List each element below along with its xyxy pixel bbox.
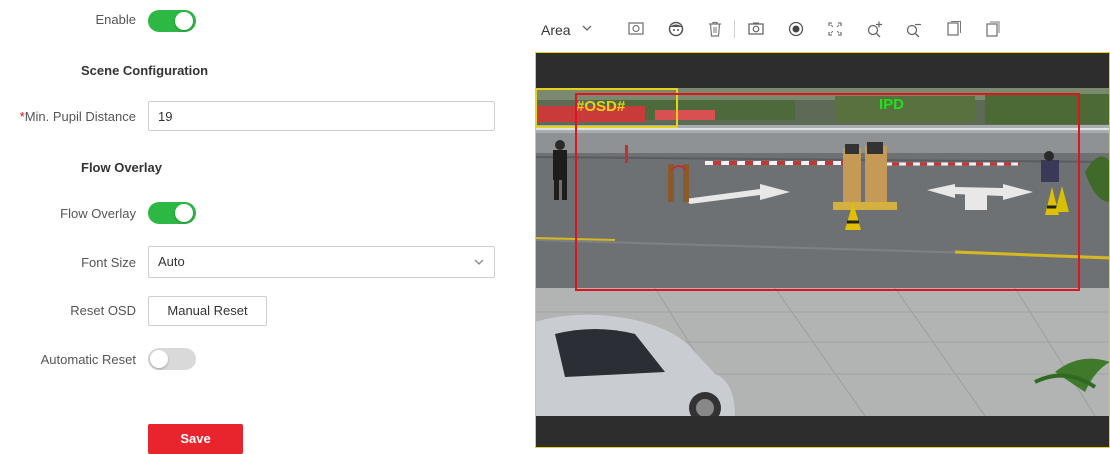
manual-reset-button[interactable]: Manual Reset	[148, 296, 267, 326]
area-dropdown[interactable]: Area	[541, 22, 594, 38]
delete-icon[interactable]	[706, 20, 724, 38]
fullscreen-icon[interactable]	[826, 20, 844, 38]
enable-toggle[interactable]	[148, 10, 196, 32]
flow-overlay-label: Flow Overlay	[60, 206, 136, 221]
live-video-view[interactable]: #OSD# IPD	[535, 52, 1110, 448]
font-size-label: Font Size	[81, 255, 136, 270]
zoom-out-icon[interactable]	[905, 20, 923, 38]
toggle-knob	[175, 204, 193, 222]
automatic-reset-toggle[interactable]	[148, 348, 196, 370]
font-size-select[interactable]: Auto	[148, 246, 495, 278]
detection-area-box[interactable]	[575, 93, 1080, 291]
min-pupil-distance-label: *Min. Pupil Distance	[20, 109, 136, 124]
flow-overlay-toggle[interactable]	[148, 202, 196, 224]
save-button[interactable]: Save	[148, 424, 243, 454]
min-pupil-distance-input[interactable]	[148, 101, 495, 131]
paste-icon[interactable]	[984, 20, 1002, 38]
toggle-knob	[150, 350, 168, 368]
enable-label: Enable	[95, 12, 136, 27]
scene-configuration-heading: Scene Configuration	[81, 63, 209, 78]
ipd-label: IPD	[879, 96, 905, 113]
chevron-down-icon	[583, 25, 592, 31]
chevron-down-icon	[472, 247, 486, 277]
reset-osd-label: Reset OSD	[70, 303, 136, 318]
area-dropdown-label: Area	[541, 22, 571, 38]
automatic-reset-label: Automatic Reset	[40, 352, 136, 367]
capture-icon[interactable]	[747, 20, 765, 38]
toggle-knob	[175, 12, 193, 30]
min-pupil-distance-text: Min. Pupil Distance	[24, 109, 136, 124]
zoom-in-icon[interactable]	[866, 20, 884, 38]
toolbar-divider	[734, 20, 735, 38]
record-icon[interactable]	[787, 20, 805, 38]
live-view-toolbar	[535, 0, 1110, 52]
font-size-selected-value: Auto	[158, 254, 185, 269]
face-icon[interactable]	[667, 20, 685, 38]
draw-area-icon[interactable]	[627, 20, 645, 38]
flow-overlay-heading: Flow Overlay	[81, 160, 162, 175]
copy-icon[interactable]	[945, 20, 963, 38]
